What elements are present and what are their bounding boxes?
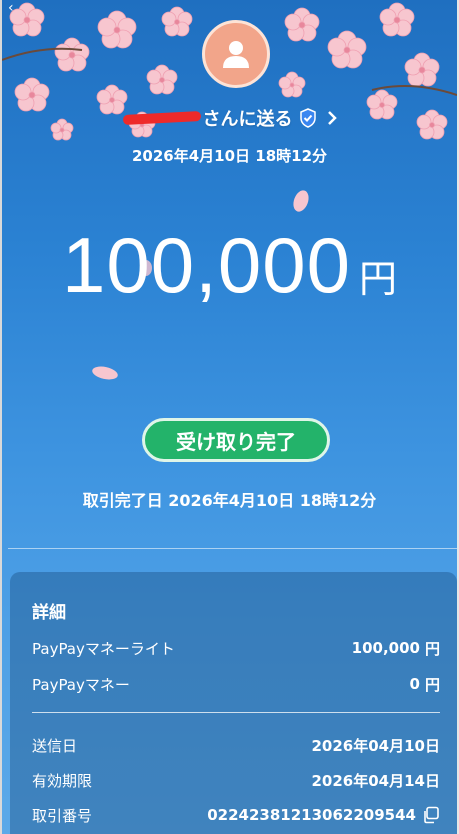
divider <box>32 712 440 713</box>
info-value: 2026年04月14日 <box>311 771 441 790</box>
info-label: 有効期限 <box>32 771 93 790</box>
details-title: 詳細 <box>32 603 66 623</box>
details-panel: 詳細 PayPayマネーライト 100,000 円 PayPayマネー 0円 送信… <box>10 572 457 834</box>
breakdown-unit: 円 <box>424 639 440 658</box>
recipient-label: さんに送る <box>202 109 293 130</box>
avatar[interactable] <box>202 20 270 88</box>
amount-display: 100,000 円 <box>2 220 457 320</box>
info-row-expiry: 有効期限 2026年04月14日 <box>32 769 440 791</box>
amount-unit: 円 <box>358 257 397 301</box>
status-badge: 受け取り完了 <box>142 418 330 462</box>
info-label: 取引番号 <box>32 806 93 825</box>
payment-detail-screen: ‹ さんに送る 2026年4月10日 18時12分 100,000 円 受け取り… <box>2 0 457 834</box>
transaction-id-value: 02242381213062209544 <box>207 806 416 824</box>
copy-icon[interactable] <box>422 806 440 824</box>
breakdown-row-money: PayPayマネー 0円 <box>32 673 440 695</box>
completed-datetime: 取引完了日 2026年4月10日 18時12分 <box>82 491 377 510</box>
sent-datetime: 2026年4月10日 18時12分 <box>131 147 328 165</box>
info-label: 送信日 <box>32 736 78 755</box>
breakdown-label: PayPayマネー <box>32 675 130 694</box>
amount-value: 100,000 <box>62 221 351 309</box>
breakdown-row-money-lite: PayPayマネーライト 100,000 円 <box>32 637 440 659</box>
breakdown-label: PayPayマネーライト <box>32 639 175 658</box>
info-value: 2026年04月10日 <box>311 736 441 755</box>
falling-petal <box>293 190 309 212</box>
info-row-transaction-id: 取引番号 02242381213062209544 <box>32 804 440 826</box>
chevron-right-icon[interactable] <box>327 110 337 126</box>
breakdown-unit: 円 <box>424 675 440 694</box>
recipient-row[interactable]: さんに送る <box>2 105 457 131</box>
verified-shield-icon <box>299 108 317 128</box>
breakdown-value: 0 <box>409 675 420 693</box>
avatar-person-icon <box>223 41 249 68</box>
info-row-sent-date: 送信日 2026年04月10日 <box>32 734 440 756</box>
breakdown-value: 100,000 <box>351 639 420 657</box>
divider <box>8 548 457 549</box>
redacted-recipient-name <box>122 110 201 126</box>
back-icon[interactable]: ‹ <box>8 0 14 16</box>
falling-petal <box>92 366 118 380</box>
